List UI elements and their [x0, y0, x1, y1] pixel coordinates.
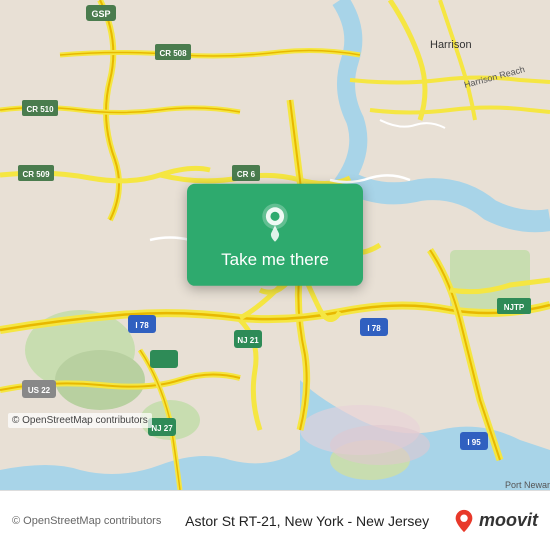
- take-me-there-label: Take me there: [221, 250, 329, 270]
- svg-text:Harrison: Harrison: [430, 39, 472, 51]
- svg-text:I 95: I 95: [467, 438, 481, 447]
- moovit-pin-icon: [453, 508, 475, 534]
- footer-attribution: © OpenStreetMap contributors: [12, 515, 161, 527]
- svg-text:CR 510: CR 510: [26, 105, 54, 114]
- route-title: Astor St RT-21, New York - New Jersey: [161, 513, 453, 529]
- svg-text:I 78: I 78: [367, 324, 381, 333]
- moovit-text: moovit: [479, 510, 538, 531]
- footer-bar: © OpenStreetMap contributors Astor St RT…: [0, 490, 550, 550]
- svg-text:CR 509: CR 509: [22, 170, 50, 179]
- svg-text:Port Newark: Port Newark: [505, 480, 550, 490]
- svg-text:NJ 21: NJ 21: [237, 336, 259, 345]
- map-container: GSP CR 510 CR 508 CR 509 CR 6 NJ 21 NJ 2…: [0, 0, 550, 490]
- svg-text:US 22: US 22: [28, 386, 51, 395]
- take-me-there-button[interactable]: Take me there: [187, 184, 363, 286]
- svg-text:NJ 27: NJ 27: [151, 424, 173, 433]
- moovit-logo: moovit: [453, 508, 538, 534]
- svg-text:CR 6: CR 6: [237, 170, 256, 179]
- svg-text:I 78: I 78: [135, 321, 149, 330]
- svg-text:CR 508: CR 508: [159, 49, 187, 58]
- svg-text:NJTP: NJTP: [504, 303, 525, 312]
- osm-attribution: © OpenStreetMap contributors: [8, 413, 152, 428]
- svg-text:GSP: GSP: [91, 9, 110, 19]
- map-pin-icon: [255, 202, 295, 242]
